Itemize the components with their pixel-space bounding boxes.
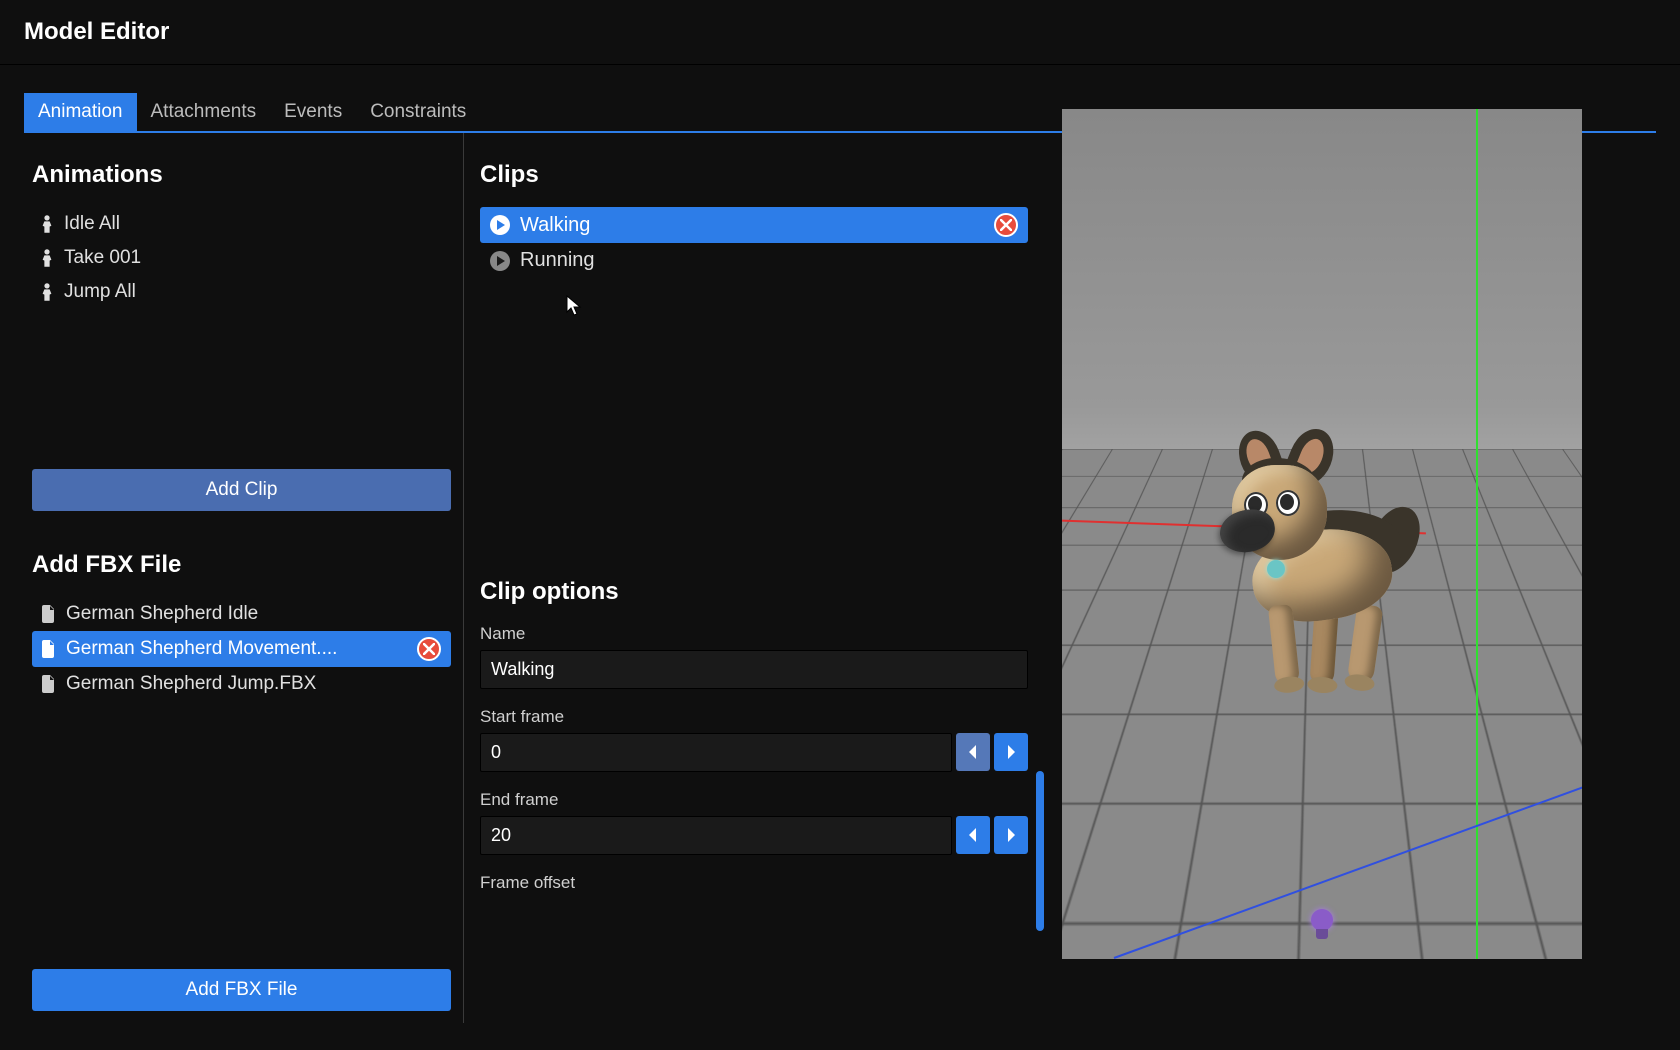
animation-item[interactable]: Take 001 bbox=[32, 241, 451, 275]
animation-item[interactable]: Jump All bbox=[32, 275, 451, 309]
person-icon bbox=[40, 215, 54, 233]
scrollbar-thumb[interactable] bbox=[1036, 771, 1044, 931]
end-frame-decrement[interactable] bbox=[956, 816, 990, 854]
preview-viewport[interactable] bbox=[1062, 109, 1582, 959]
chevron-right-icon bbox=[1006, 828, 1016, 842]
tab-constraints[interactable]: Constraints bbox=[356, 93, 480, 131]
clips-list: Walking Running bbox=[480, 207, 1028, 278]
header: Model Editor bbox=[0, 0, 1680, 65]
file-icon bbox=[42, 605, 56, 623]
file-icon bbox=[42, 675, 56, 693]
scrollbar[interactable] bbox=[1036, 771, 1044, 951]
name-label: Name bbox=[480, 624, 1028, 644]
fbx-list: German Shepherd Idle German Shepherd Mov… bbox=[32, 597, 451, 969]
chevron-right-icon bbox=[1006, 745, 1016, 759]
axis-y bbox=[1476, 109, 1478, 959]
animations-title: Animations bbox=[32, 161, 451, 189]
fbx-item[interactable]: German Shepherd Jump.FBX bbox=[32, 667, 451, 701]
play-icon[interactable] bbox=[490, 215, 510, 235]
name-input[interactable] bbox=[480, 650, 1028, 689]
add-fbx-button[interactable]: Add FBX File bbox=[32, 969, 451, 1011]
end-frame-input[interactable] bbox=[480, 816, 952, 855]
person-icon bbox=[40, 283, 54, 301]
tab-animation[interactable]: Animation bbox=[24, 93, 137, 131]
clip-label: Running bbox=[520, 249, 595, 272]
clip-options-title: Clip options bbox=[480, 578, 1028, 606]
clip-label: Walking bbox=[520, 214, 590, 237]
fbx-item[interactable]: German Shepherd Movement.... bbox=[32, 631, 451, 667]
page-title: Model Editor bbox=[24, 18, 1656, 46]
start-frame-decrement[interactable] bbox=[956, 733, 990, 771]
end-frame-increment[interactable] bbox=[994, 816, 1028, 854]
chevron-left-icon bbox=[968, 828, 978, 842]
clips-title: Clips bbox=[480, 161, 1028, 189]
animations-list: Idle All Take 001 Jump All bbox=[32, 207, 451, 309]
animation-label: Jump All bbox=[64, 281, 136, 303]
add-clip-button[interactable]: Add Clip bbox=[32, 469, 451, 511]
light-gizmo-icon[interactable] bbox=[1309, 909, 1335, 941]
fbx-title: Add FBX File bbox=[32, 551, 451, 579]
fbx-label: German Shepherd Idle bbox=[66, 603, 258, 625]
clip-item[interactable]: Running bbox=[480, 243, 1028, 278]
frame-offset-label: Frame offset bbox=[480, 873, 1028, 893]
tab-events[interactable]: Events bbox=[270, 93, 356, 131]
animation-item[interactable]: Idle All bbox=[32, 207, 451, 241]
person-icon bbox=[40, 249, 54, 267]
start-frame-increment[interactable] bbox=[994, 733, 1028, 771]
model-preview bbox=[1212, 410, 1432, 690]
file-icon bbox=[42, 640, 56, 658]
animation-label: Idle All bbox=[64, 213, 120, 235]
delete-clip-button[interactable] bbox=[994, 213, 1018, 237]
fbx-label: German Shepherd Jump.FBX bbox=[66, 673, 316, 695]
fbx-label: German Shepherd Movement.... bbox=[66, 638, 337, 660]
fbx-item[interactable]: German Shepherd Idle bbox=[32, 597, 451, 631]
animation-label: Take 001 bbox=[64, 247, 141, 269]
clip-item[interactable]: Walking bbox=[480, 207, 1028, 243]
end-frame-label: End frame bbox=[480, 790, 1028, 810]
tab-attachments[interactable]: Attachments bbox=[137, 93, 271, 131]
start-frame-input[interactable] bbox=[480, 733, 952, 772]
start-frame-label: Start frame bbox=[480, 707, 1028, 727]
play-icon[interactable] bbox=[490, 251, 510, 271]
chevron-left-icon bbox=[968, 745, 978, 759]
delete-fbx-button[interactable] bbox=[417, 637, 441, 661]
